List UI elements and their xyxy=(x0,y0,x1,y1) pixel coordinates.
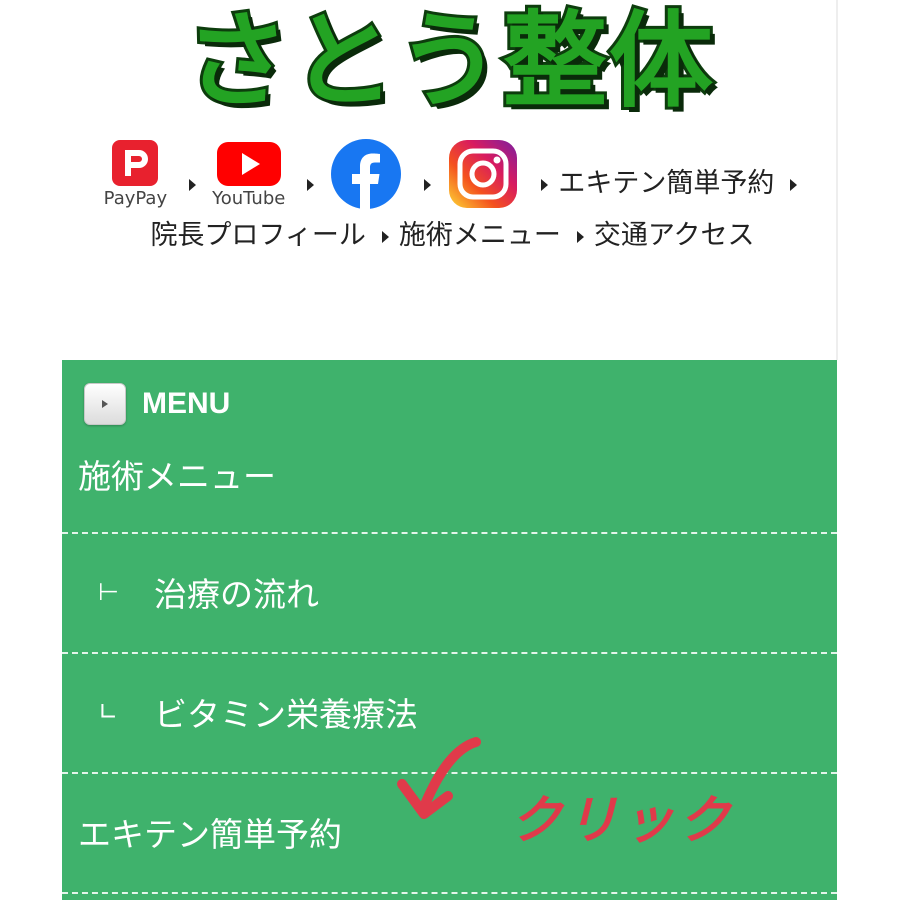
paypay-link[interactable]: PayPay xyxy=(104,140,167,210)
paypay-icon xyxy=(112,140,159,186)
director-profile-link[interactable]: 院長プロフィール xyxy=(150,220,365,251)
header-links: PayPay YouTube エキテン簡単予約院長プロフィール 施術メニュー 交… xyxy=(90,138,815,262)
arrow-icon xyxy=(541,178,549,191)
logo-text: さとう整体 xyxy=(182,0,716,122)
arrow-icon xyxy=(576,230,584,243)
youtube-link[interactable]: YouTube xyxy=(212,140,285,210)
menu-divider xyxy=(62,892,837,894)
access-link[interactable]: 交通アクセス xyxy=(594,220,755,251)
arrow-icon xyxy=(189,178,197,191)
instagram-link[interactable] xyxy=(447,138,519,210)
treatment-menu-link[interactable]: 施術メニュー xyxy=(399,220,561,251)
menu-item-label: 施術メニュー xyxy=(78,457,276,496)
arrow-icon xyxy=(424,178,432,191)
facebook-icon xyxy=(331,139,402,209)
menu-item-label: エキテン簡単予約 xyxy=(78,815,342,854)
arrow-icon xyxy=(790,178,798,191)
ekiten-reservation-link[interactable]: エキテン簡単予約 xyxy=(558,168,774,199)
click-annotation: クリック xyxy=(510,791,735,851)
menu-item-label: 治療の流れ xyxy=(154,575,319,614)
tree-branch-icon: ⊢ xyxy=(98,578,119,606)
menu-divider xyxy=(62,532,837,534)
tree-end-icon: ∟ xyxy=(98,698,119,726)
instagram-icon xyxy=(449,140,518,208)
youtube-caption: YouTube xyxy=(212,188,286,209)
youtube-icon xyxy=(216,142,281,186)
arrow-icon xyxy=(307,178,315,191)
arrow-icon xyxy=(381,230,389,243)
paypay-caption: PayPay xyxy=(103,188,168,209)
menu-arrow-icon xyxy=(84,383,126,425)
menu-item-treatment[interactable]: 施術メニュー xyxy=(78,445,853,503)
menu-divider xyxy=(62,652,837,654)
menu-title: MENU xyxy=(142,387,231,420)
facebook-link[interactable] xyxy=(330,138,402,210)
site-logo[interactable]: さとう整体 xyxy=(0,0,900,130)
menu-item-label: ビタミン栄養療法 xyxy=(154,695,418,734)
annotation-arrow-icon xyxy=(397,737,481,819)
menu-item-treatment-flow[interactable]: ⊢ 治療の流れ xyxy=(62,562,837,622)
menu-header[interactable]: MENU xyxy=(84,382,230,426)
